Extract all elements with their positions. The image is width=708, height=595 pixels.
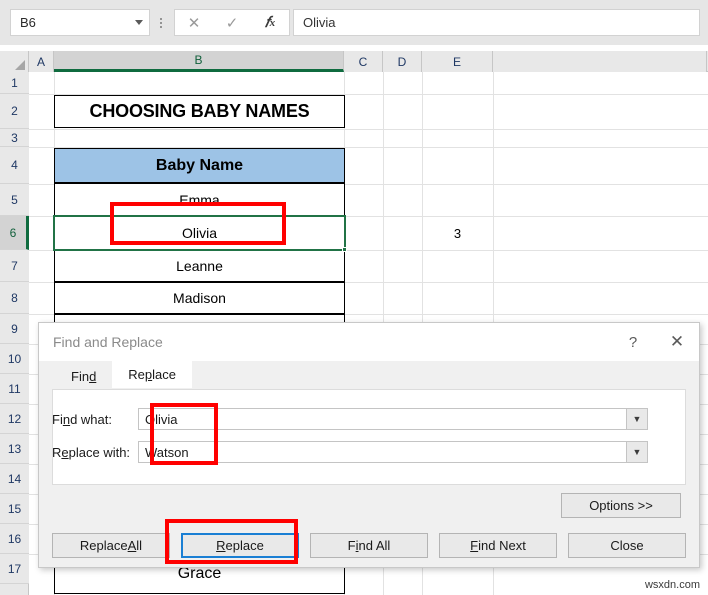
watermark: wsxdn.com [644,579,700,591]
cell-b7-name[interactable]: Leanne [54,250,345,282]
tab-replace-accel: p [144,367,153,382]
find-what-label: Find what: [52,411,112,427]
row-header-5[interactable]: 5 [0,184,29,216]
chevron-down-icon[interactable]: ▼ [626,442,647,462]
cell-b4-header[interactable]: Baby Name [54,148,345,183]
column-header-b[interactable]: B [54,51,344,72]
tab-replace[interactable]: Re p lace [112,361,193,388]
column-header-e[interactable]: E [422,51,493,72]
replace-with-combobox[interactable]: Watson ▼ [138,441,648,463]
check-icon[interactable]: ✓ [213,10,251,35]
find-what-input[interactable]: Olivia [139,412,626,427]
column-headers: A B C D E [0,51,708,72]
dialog-title-bar[interactable]: Find and Replace ? ✕ [39,323,699,361]
tab-find-accel: d [89,368,97,384]
row-header-3[interactable]: 3 [0,129,29,147]
row-header-11[interactable]: 11 [0,374,29,404]
row-header-10[interactable]: 10 [0,344,29,374]
row-header-8[interactable]: 8 [0,282,29,314]
tab-find[interactable]: Fin d [55,364,113,388]
dialog-body-panel [52,389,686,485]
tab-replace-label-pre: Re [128,367,145,382]
tab-replace-label-post: lace [152,367,177,382]
replace-with-label: Replace with: [52,444,131,460]
formula-bar: B6 ✕ ✓ 𝑓x Olivia [0,0,708,45]
row-header-1[interactable]: 1 [0,72,29,94]
chevron-down-icon[interactable] [135,20,143,25]
cell-b8-name[interactable]: Madison [54,282,345,314]
find-and-replace-dialog: Find and Replace ? ✕ Fin d Re p lace Find w… [38,322,700,568]
column-header-d[interactable]: D [383,51,422,72]
insert-function-icon[interactable]: 𝑓x [251,10,289,35]
find-what-row: Find what: Olivia ▼ [52,408,648,430]
replace-all-button[interactable]: Replace All [52,533,170,558]
cell-e6-value[interactable]: 3 [422,216,493,250]
chevron-down-icon[interactable]: ▼ [626,409,647,429]
dialog-title: Find and Replace [53,334,163,350]
active-cell-selection [53,215,347,252]
close-button[interactable]: Close [568,533,686,558]
row-header-16[interactable]: 16 [0,524,29,554]
cell-b5-name[interactable]: Emma [54,183,345,216]
row-header-12[interactable]: 12 [0,404,29,434]
replace-with-row: Replace with: Watson ▼ [52,441,648,463]
help-icon[interactable]: ? [611,323,655,361]
formula-bar-buttons: ✕ ✓ 𝑓x [174,9,290,36]
formula-bar-overflow-icon[interactable] [150,9,172,36]
column-header-a[interactable]: A [29,51,54,72]
replace-with-input[interactable]: Watson [139,445,626,460]
row-header-17[interactable]: 17 [0,554,29,584]
row-header-6[interactable]: 6 [0,216,29,250]
dialog-tabs: Fin d Re p lace [39,361,699,388]
name-box-value: B6 [20,15,36,30]
row-header-7[interactable]: 7 [0,250,29,282]
formula-input[interactable]: Olivia [293,9,700,36]
row-headers: 1 2 3 4 5 6 7 8 9 10 11 12 13 14 15 16 1… [0,72,29,595]
row-header-9[interactable]: 9 [0,314,29,344]
tab-find-label: Fin [71,368,90,384]
row-header-2[interactable]: 2 [0,94,29,129]
find-what-combobox[interactable]: Olivia ▼ [138,408,648,430]
replace-button[interactable]: Replace [181,533,299,558]
dialog-button-row: Replace All Replace Fi nd All Find Next C… [52,533,686,558]
find-all-button[interactable]: Fi nd All [310,533,428,558]
close-icon[interactable]: ✕ [655,323,699,361]
name-box[interactable]: B6 [10,9,150,36]
fill-handle[interactable] [342,247,347,252]
select-all-corner[interactable] [0,51,29,72]
row-header-13[interactable]: 13 [0,434,29,464]
row-header-15[interactable]: 15 [0,494,29,524]
cell-b2-title[interactable]: CHOOSING BABY NAMES [54,95,345,128]
column-header-c[interactable]: C [344,51,383,72]
excel-window: B6 ✕ ✓ 𝑓x Olivia A B C D E 1 2 3 4 5 6 7 [0,0,708,595]
column-header-blank [493,51,707,72]
options-button[interactable]: Options >> [561,493,681,518]
row-header-4[interactable]: 4 [0,147,29,184]
find-next-button[interactable]: Find Next [439,533,557,558]
row-header-14[interactable]: 14 [0,464,29,494]
cancel-icon[interactable]: ✕ [175,10,213,35]
